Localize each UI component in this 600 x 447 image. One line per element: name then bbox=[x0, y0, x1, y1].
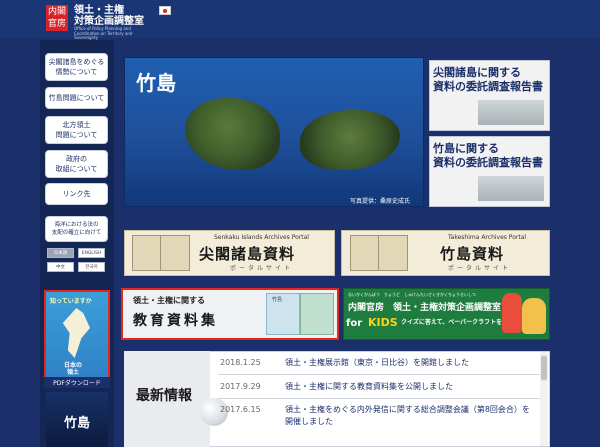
logo-line-2: 官房 bbox=[47, 19, 66, 29]
takeshima-document-image-2 bbox=[378, 235, 408, 271]
pamphlet-body-text: 日本の 領土 bbox=[64, 362, 82, 376]
senkaku-portal-english: Senkaku Islands Archives Portal bbox=[214, 234, 309, 241]
lang-japanese-button[interactable]: 日本語 bbox=[47, 248, 74, 258]
takeshima-portal-english: Takeshima Archives Portal bbox=[448, 234, 527, 241]
takeshima-pamphlet-banner[interactable]: 竹島 bbox=[46, 392, 108, 447]
site-subtitle-english: Office of Policy Planning and Coordinati… bbox=[74, 26, 133, 40]
education-map-image bbox=[300, 293, 334, 335]
news-link-2[interactable]: 領土・主権に関する教育資料集を公開しました bbox=[285, 381, 453, 392]
site-title-line-1: 領土・主権 bbox=[74, 5, 124, 16]
news-link-3-continued[interactable]: 開催しました bbox=[285, 416, 333, 427]
news-date-3: 2017.6.15 bbox=[220, 405, 261, 414]
sidebar-item-government-efforts[interactable]: 政府の 取組について bbox=[45, 150, 108, 178]
takeshima-report-image bbox=[478, 176, 544, 201]
pamphlet-heading: 知っていますか bbox=[50, 298, 92, 305]
hero-title: 竹島 bbox=[136, 71, 176, 95]
takeshima-report-text: 竹島に関する 資料の委託調査報告書 bbox=[433, 142, 543, 169]
news-link-3[interactable]: 領土・主権をめぐる内外発信に関する総合調整会議（第8回会合）を bbox=[285, 404, 530, 415]
kids-banner-kids: KIDS bbox=[368, 316, 398, 329]
education-document-label: 竹島 bbox=[272, 297, 283, 303]
takeshima-portal-subtitle: ポータルサイト bbox=[448, 265, 512, 272]
site-title[interactable]: 領土・主権 対策企画調整室 bbox=[74, 5, 144, 27]
sidebar-item-takeshima[interactable]: 竹島問題について bbox=[45, 87, 108, 109]
senkaku-report-text: 尖閣諸島に関する 資料の委託調査報告書 bbox=[433, 66, 543, 93]
kids-mascot-red bbox=[502, 293, 522, 333]
news-scrollbar-thumb[interactable] bbox=[541, 356, 547, 380]
education-banner-line-2: 教育資料集 bbox=[133, 313, 218, 329]
lang-english-button[interactable]: ENGLISH bbox=[78, 248, 105, 258]
sidebar-item-links[interactable]: リンク先 bbox=[45, 183, 108, 205]
senkaku-portal-subtitle: ポータルサイト bbox=[230, 265, 294, 272]
kids-banner-for: for bbox=[346, 318, 363, 329]
senkaku-report-image bbox=[478, 100, 544, 125]
senkaku-document-image bbox=[132, 235, 162, 271]
pamphlet-body-line-1: 日本の bbox=[64, 362, 83, 369]
pamphlet-body-line-2: 領土 bbox=[67, 369, 80, 376]
kids-banner-office-name: 内閣官房 領土・主権対策企画調整室 bbox=[348, 303, 502, 313]
cabinet-secretariat-logo[interactable]: 内閣 官房 bbox=[46, 5, 68, 31]
news-divider bbox=[218, 398, 540, 399]
senkaku-document-image-2 bbox=[160, 235, 190, 271]
kids-mascot-yellow bbox=[522, 298, 546, 334]
pdf-download-button[interactable]: PDFダウンロード bbox=[44, 377, 110, 388]
sidebar-item-rule-of-law[interactable]: 海洋における法の 支配の確立に向けて bbox=[45, 216, 108, 242]
sidebar-item-senkaku[interactable]: 尖閣諸島をめぐる 情勢について bbox=[45, 53, 108, 81]
news-divider bbox=[218, 374, 540, 375]
lang-korean-button[interactable]: 한국어 bbox=[78, 262, 105, 272]
japan-flag-sun bbox=[163, 8, 167, 13]
senkaku-portal-title: 尖閣諸島資料 bbox=[199, 245, 296, 263]
lang-chinese-button[interactable]: 中文 bbox=[47, 262, 74, 272]
takeshima-document-image bbox=[350, 235, 380, 271]
news-date-2: 2017.9.29 bbox=[220, 382, 261, 391]
kids-banner-furigana: ないかくかんぼう りょうど しゅけんたいさくきかくちょうせいしつ bbox=[348, 292, 476, 297]
news-title: 最新情報 bbox=[136, 388, 192, 404]
news-link-1[interactable]: 領土・主権展示館（東京・日比谷）を開館しました bbox=[285, 357, 469, 368]
takeshima-portal-title: 竹島資料 bbox=[440, 245, 505, 263]
sidebar-item-northern-territories[interactable]: 北方領土 問題について bbox=[45, 116, 108, 144]
logo-line-1: 内閣 bbox=[47, 7, 66, 17]
photo-credit: 写真提供：桑原史成氏 bbox=[350, 198, 411, 205]
education-banner-line-1: 領土・主権に関する bbox=[133, 296, 205, 305]
news-date-1: 2018.1.25 bbox=[220, 358, 261, 367]
